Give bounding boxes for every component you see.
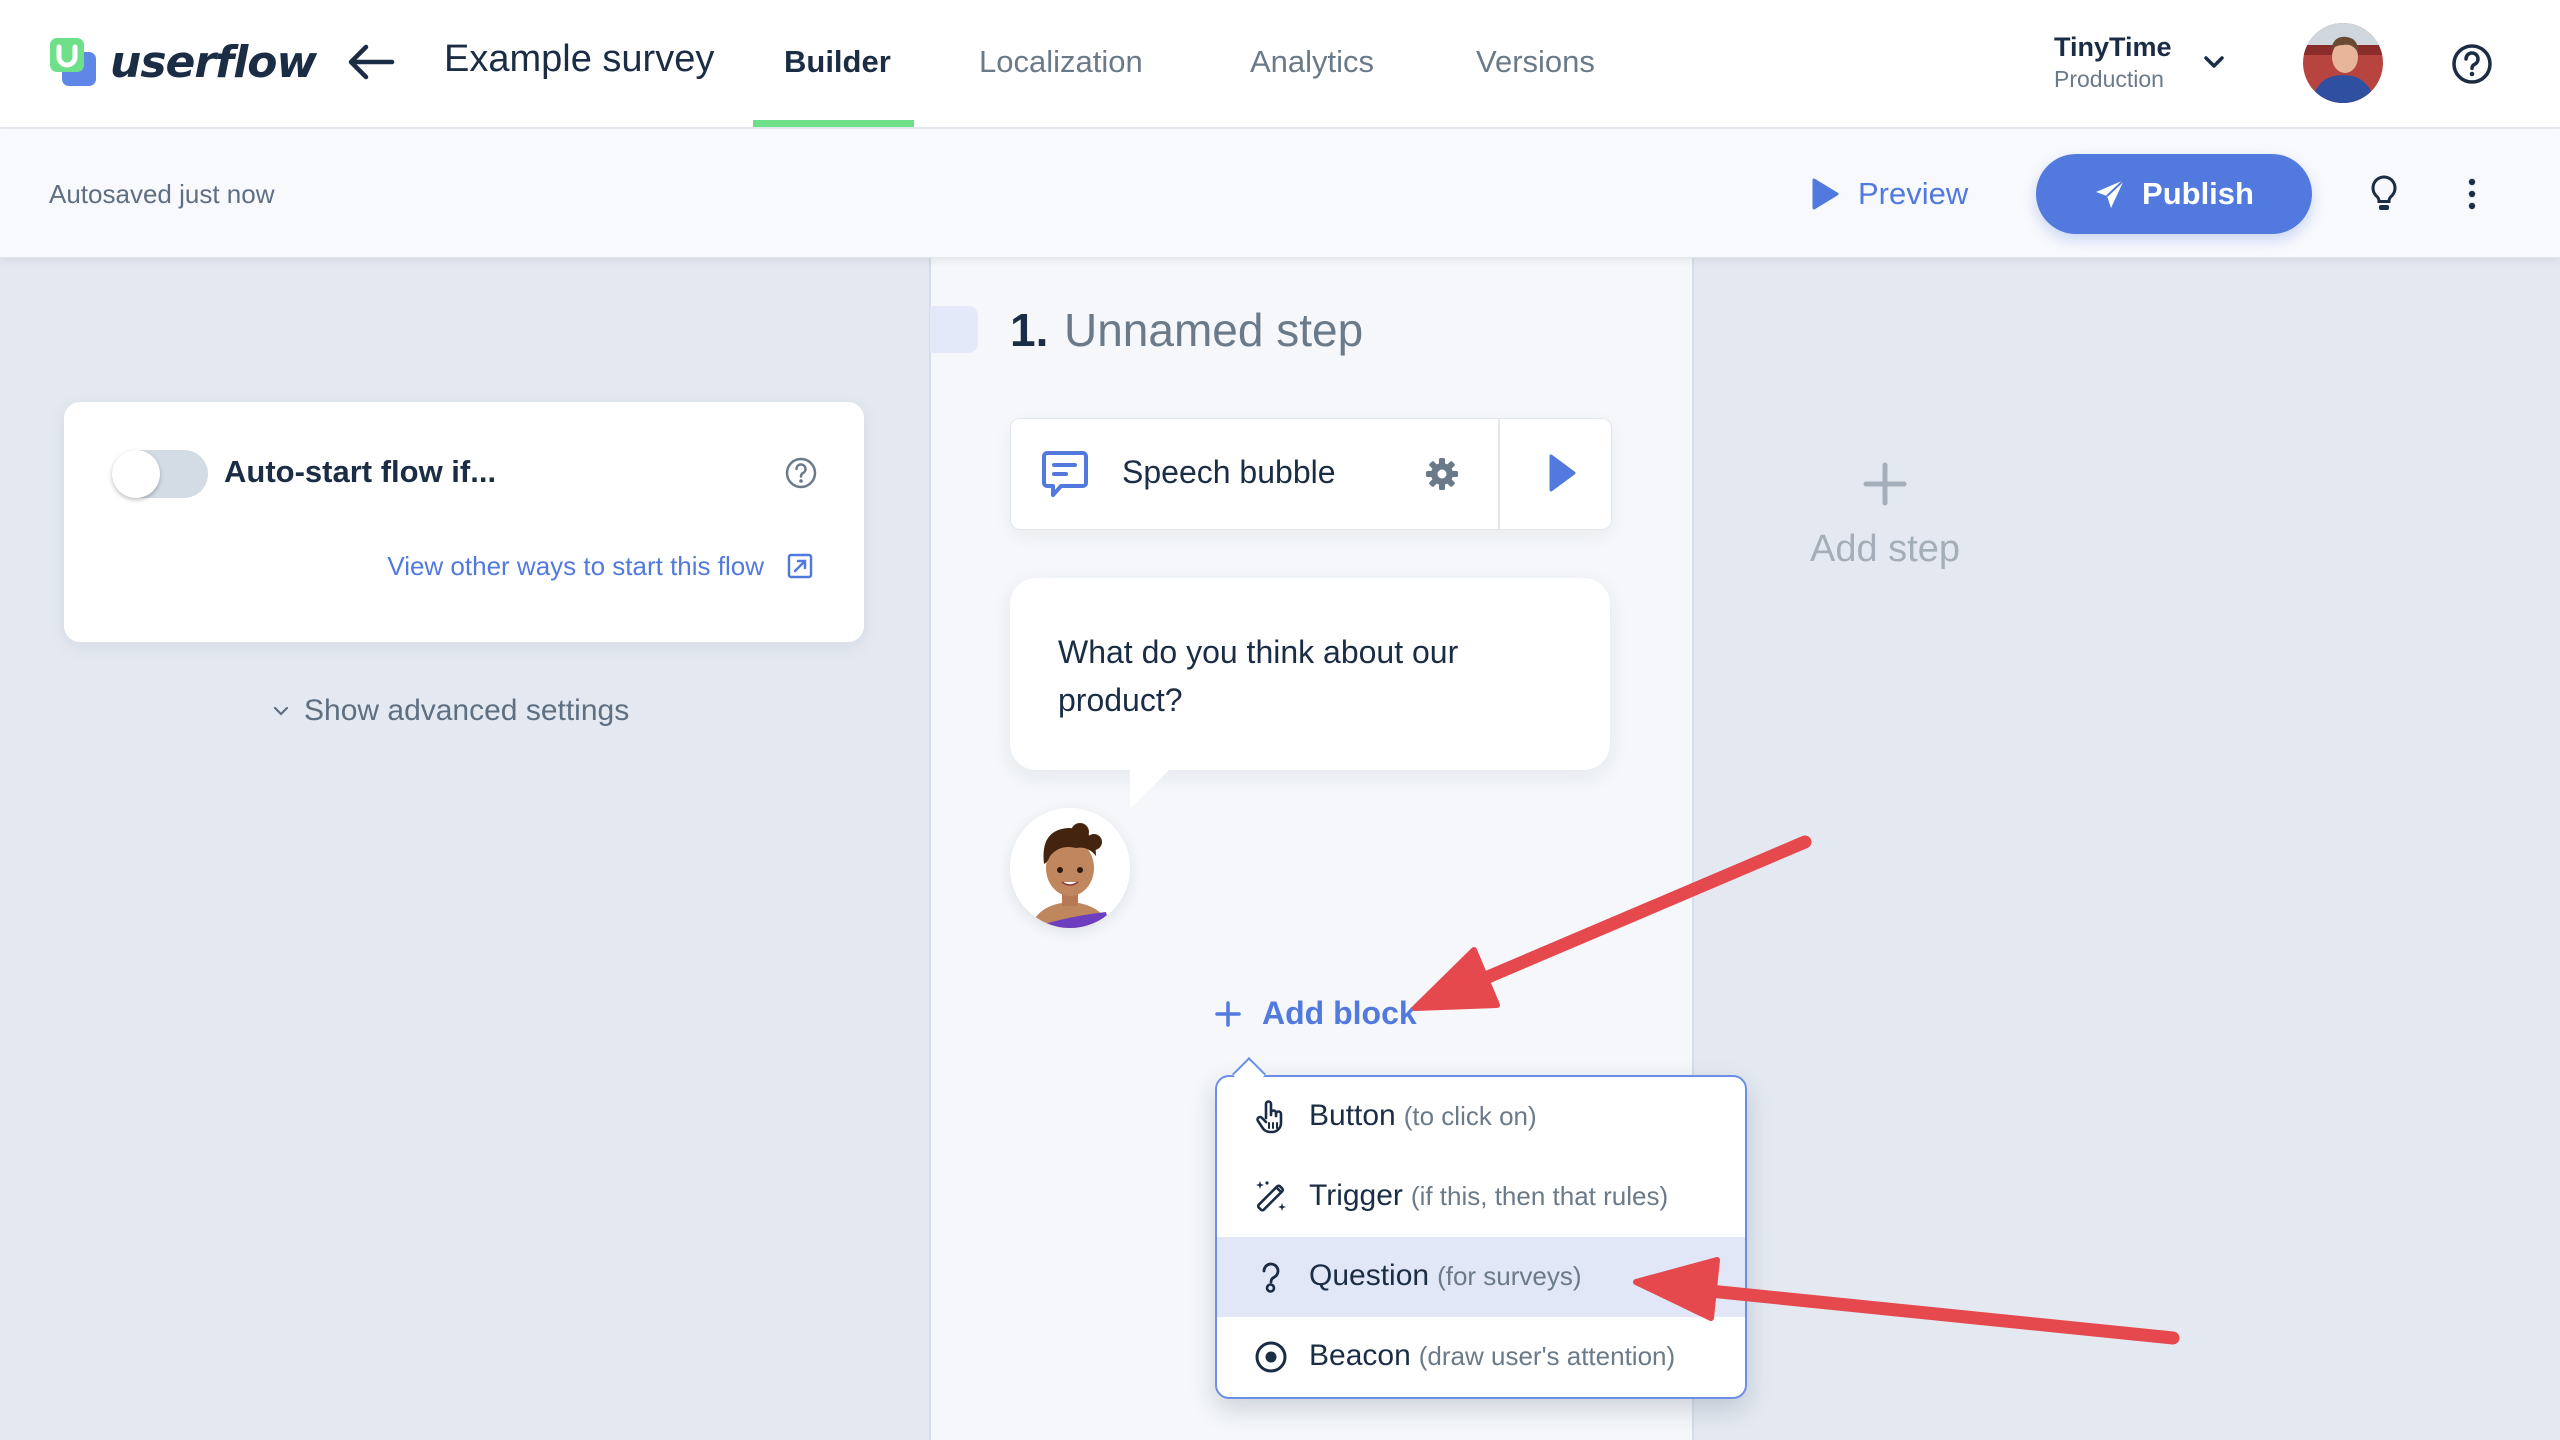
logo-wordmark: userflow: [110, 36, 317, 88]
tab-localization[interactable]: Localization: [979, 44, 1143, 80]
play-icon: [1812, 178, 1839, 210]
question-icon: [1262, 1262, 1280, 1293]
menu-item-label: Button: [1309, 1099, 1396, 1132]
plus-icon: [1215, 1000, 1241, 1027]
help-icon[interactable]: [2450, 42, 2494, 86]
tab-builder[interactable]: Builder: [784, 44, 891, 80]
menu-item-label: Beacon: [1309, 1339, 1411, 1372]
menu-item-beacon[interactable]: Beacon (draw user's attention): [1217, 1317, 1745, 1397]
block-type-label: Speech bubble: [1122, 454, 1336, 490]
add-block-button[interactable]: Add block: [1214, 995, 1417, 1032]
menu-item-hint: (if this, then that rules): [1410, 1181, 1669, 1211]
chevron-down-icon: [273, 706, 289, 716]
menu-item-trigger[interactable]: Trigger (if this, then that rules): [1217, 1157, 1745, 1237]
bubble-tail: [1130, 769, 1170, 809]
menu-item-label: Question: [1309, 1259, 1430, 1292]
org-name[interactable]: TinyTime: [2054, 32, 2172, 63]
preview-button[interactable]: Preview: [1810, 169, 1968, 219]
persona-avatar: [1010, 808, 1130, 928]
tab-analytics[interactable]: Analytics: [1250, 44, 1374, 80]
persona-illustration: [1010, 808, 1130, 928]
top-header: userflow Example survey Builder Localiza…: [0, 0, 2560, 129]
advanced-settings-label: Show advanced settings: [304, 694, 630, 727]
help-circle-icon[interactable]: [784, 456, 818, 490]
step-number: 1.: [1010, 304, 1049, 356]
menu-item-question[interactable]: Question (for surveys): [1217, 1237, 1745, 1317]
flow-title[interactable]: Example survey: [444, 38, 714, 81]
pointer-hand-icon: [1256, 1100, 1283, 1134]
publish-button[interactable]: Publish: [2036, 154, 2312, 234]
show-advanced-settings-button[interactable]: Show advanced settings: [272, 694, 629, 728]
speech-bubble-block[interactable]: Speech bubble: [1010, 418, 1612, 530]
speech-bubble-preview[interactable]: What do you think about our product?: [1010, 578, 1610, 770]
menu-item-label: Trigger: [1309, 1179, 1403, 1212]
add-step-button[interactable]: Add step: [1780, 452, 1990, 582]
menu-item-hint: (to click on): [1403, 1101, 1537, 1131]
user-photo: [2303, 23, 2383, 103]
add-step-label: Add step: [1810, 528, 1960, 570]
menu-item-button[interactable]: Button (to click on): [1217, 1077, 1745, 1157]
toggle-knob: [112, 450, 160, 498]
menu-item-hint: (for surveys): [1437, 1261, 1582, 1291]
magic-wand-icon: [1256, 1181, 1286, 1212]
autosave-status: Autosaved just now: [49, 179, 275, 209]
org-environment[interactable]: Production: [2054, 66, 2164, 93]
user-avatar[interactable]: [2303, 23, 2383, 103]
add-block-label: Add block: [1262, 995, 1417, 1031]
block-divider: [1498, 419, 1500, 529]
userflow-logo-icon: [50, 38, 96, 86]
paper-plane-icon: [2096, 179, 2125, 208]
publish-label: Publish: [2142, 176, 2254, 211]
speech-bubble-icon: [1042, 451, 1088, 497]
play-icon[interactable]: [1546, 452, 1578, 494]
userflow-logo[interactable]: userflow: [48, 36, 317, 88]
gear-icon[interactable]: [1424, 456, 1460, 492]
builder-toolbar: Autosaved just now Preview Publish: [0, 129, 2560, 258]
preview-label: Preview: [1858, 176, 1969, 211]
start-settings-card: Auto-start flow if... View other ways to…: [64, 402, 864, 642]
menu-item-hint: (draw user's attention): [1418, 1341, 1676, 1371]
autostart-label: Auto-start flow if...: [224, 454, 497, 489]
bubble-text[interactable]: What do you think about our product?: [1058, 628, 1558, 724]
lightbulb-icon[interactable]: [2366, 174, 2402, 214]
active-tab-indicator: [753, 120, 914, 127]
step-name-input[interactable]: Unnamed step: [1064, 303, 1363, 357]
add-block-menu: Button (to click on) Trigger (if this, the…: [1215, 1075, 1747, 1399]
chevron-down-icon[interactable]: [2200, 50, 2228, 74]
plus-icon: [1863, 462, 1907, 506]
step-drag-handle[interactable]: [930, 306, 978, 353]
other-ways-link[interactable]: View other ways to start this flow: [387, 551, 764, 582]
more-vertical-icon[interactable]: [2460, 174, 2484, 214]
external-link-icon[interactable]: [786, 552, 814, 580]
autostart-toggle[interactable]: [112, 450, 208, 498]
beacon-icon: [1255, 1341, 1287, 1373]
tab-versions[interactable]: Versions: [1476, 44, 1595, 80]
back-arrow-icon[interactable]: [346, 42, 396, 82]
